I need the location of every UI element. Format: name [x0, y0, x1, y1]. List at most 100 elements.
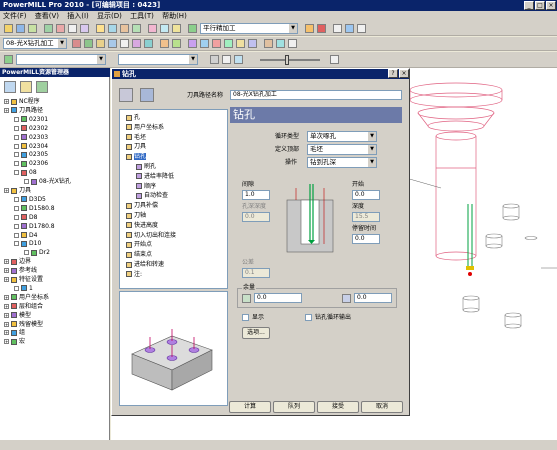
shade-icon[interactable]: [222, 55, 231, 64]
explorer-item[interactable]: 08: [14, 169, 37, 177]
expand-icon[interactable]: +: [4, 99, 9, 104]
expand-icon[interactable]: +: [4, 259, 9, 265]
explorer-tab-icon[interactable]: [4, 81, 16, 93]
explorer-item[interactable]: + 模型: [4, 312, 31, 320]
strategy-tree-item[interactable]: 孔: [126, 114, 140, 122]
explorer-item[interactable]: D3D5: [14, 196, 46, 204]
nc-program-icon[interactable]: [172, 24, 181, 33]
explorer-item[interactable]: + 参考线: [4, 267, 37, 275]
toolpath-limit-icon[interactable]: [172, 39, 181, 48]
view-zoom-icon[interactable]: [236, 39, 245, 48]
depth-input[interactable]: 15.5: [352, 212, 380, 222]
display-icon[interactable]: [210, 55, 219, 64]
defined-top-select[interactable]: 毛坯: [307, 144, 377, 155]
block-icon[interactable]: [44, 24, 53, 33]
explorer-item[interactable]: 1: [14, 285, 33, 293]
gap-input[interactable]: 1.0: [242, 190, 270, 200]
expand-icon[interactable]: [14, 232, 19, 238]
tool-compensation-icon[interactable]: [330, 55, 339, 64]
tool-icon[interactable]: [56, 24, 65, 33]
expand-icon[interactable]: +: [4, 294, 9, 300]
boundary-icon[interactable]: [132, 24, 141, 33]
explorer-item[interactable]: 02303: [14, 134, 48, 142]
toolpath-check-icon[interactable]: [84, 39, 93, 48]
expand-icon[interactable]: [14, 205, 19, 211]
strategy-tree-item[interactable]: 注:: [126, 271, 142, 279]
explorer-item[interactable]: + 特征设置: [4, 276, 43, 284]
drill-cycle-checkbox[interactable]: [305, 314, 312, 321]
calculate-button[interactable]: 计算: [229, 401, 271, 413]
explorer-item[interactable]: + 残留模型: [4, 321, 43, 329]
simulate-icon[interactable]: [305, 24, 314, 33]
strategy-tree-item[interactable]: 进给和转速: [126, 261, 164, 269]
menu-display[interactable]: 显示(D): [97, 12, 122, 20]
expand-icon[interactable]: [14, 116, 19, 122]
strategy-tree-item[interactable]: 开始点: [126, 241, 152, 249]
dialog-copy-icon[interactable]: [119, 88, 133, 102]
maximize-button[interactable]: □: [535, 1, 545, 10]
toolpath-stats-icon[interactable]: [120, 39, 129, 48]
display-checkbox[interactable]: [242, 314, 249, 321]
strategy-tree-item[interactable]: 毛坯: [126, 134, 146, 142]
explorer-item[interactable]: 02304: [14, 143, 48, 151]
expand-icon[interactable]: [14, 134, 19, 140]
options-button[interactable]: 选项...: [242, 327, 270, 339]
view-top-icon[interactable]: [200, 39, 209, 48]
explorer-item[interactable]: + 刀具: [4, 187, 31, 195]
toolpath-axis-icon[interactable]: [160, 39, 169, 48]
model-select[interactable]: [118, 54, 198, 65]
verify-icon[interactable]: [317, 24, 326, 33]
expand-icon[interactable]: +: [4, 268, 9, 274]
expand-icon[interactable]: [24, 250, 29, 256]
toolpath-select[interactable]: 08-光X钻孔加工: [3, 38, 67, 49]
start-input[interactable]: 0.0: [352, 190, 380, 200]
rapid-move-icon[interactable]: [68, 24, 77, 33]
explorer-item[interactable]: D8: [14, 214, 37, 222]
toolpath-copy-icon[interactable]: [144, 39, 153, 48]
feed-icon[interactable]: [80, 24, 89, 33]
explorer-item[interactable]: + 刀具路径: [4, 107, 43, 115]
explorer-item[interactable]: D1780.8: [14, 223, 55, 231]
level-select[interactable]: [16, 54, 106, 65]
open-icon[interactable]: [4, 24, 13, 33]
explorer-item[interactable]: + 边界: [4, 258, 31, 266]
view-front-icon[interactable]: [212, 39, 221, 48]
cycle-type-select[interactable]: 单次啄孔: [307, 131, 377, 142]
explorer-sort-icon[interactable]: [36, 81, 48, 93]
strategy-tree-item[interactable]: 钻孔: [126, 153, 147, 161]
view-side-icon[interactable]: [224, 39, 233, 48]
tolerance-input[interactable]: 0.1: [242, 268, 270, 278]
explorer-item[interactable]: + 用户坐标系: [4, 294, 49, 302]
cross-icon[interactable]: [357, 24, 366, 33]
settings-icon[interactable]: [333, 24, 342, 33]
explorer-item[interactable]: 08-光X钻孔: [24, 178, 71, 186]
expand-icon[interactable]: +: [4, 321, 9, 327]
axial-allowance-icon[interactable]: [342, 294, 351, 303]
expand-icon[interactable]: [14, 161, 19, 167]
expand-icon[interactable]: [14, 143, 19, 149]
expand-icon[interactable]: +: [4, 303, 9, 309]
expand-icon[interactable]: +: [4, 277, 9, 282]
leads-icon[interactable]: [96, 24, 105, 33]
menu-tools[interactable]: 工具(T): [130, 12, 154, 20]
strategy-tree-item[interactable]: 刷孔: [136, 163, 156, 171]
range-slider-thumb[interactable]: [285, 55, 289, 65]
view-shade-icon[interactable]: [288, 39, 297, 48]
close-button[interactable]: ×: [546, 1, 556, 10]
explorer-item[interactable]: 02306: [14, 160, 48, 168]
expand-icon[interactable]: +: [4, 312, 9, 318]
dialog-close-button[interactable]: ×: [399, 69, 409, 78]
explorer-item[interactable]: 02305: [14, 151, 48, 159]
strategy-tree-item[interactable]: 刀具补偿: [126, 202, 158, 210]
explorer-item[interactable]: D4: [14, 232, 37, 240]
allowance-radial-input[interactable]: 0.0: [254, 293, 302, 303]
expand-icon[interactable]: [14, 285, 19, 291]
strategy-tree-item[interactable]: 顺序: [136, 183, 156, 191]
expand-icon[interactable]: +: [4, 188, 9, 193]
strategy-tree-item[interactable]: 用户坐标系: [126, 124, 164, 132]
menu-view[interactable]: 查看(V): [35, 12, 59, 20]
toolpath-leads-icon[interactable]: [96, 39, 105, 48]
view-pan-icon[interactable]: [248, 39, 257, 48]
queue-button[interactable]: 队列: [273, 401, 315, 413]
pattern-icon[interactable]: [148, 24, 157, 33]
